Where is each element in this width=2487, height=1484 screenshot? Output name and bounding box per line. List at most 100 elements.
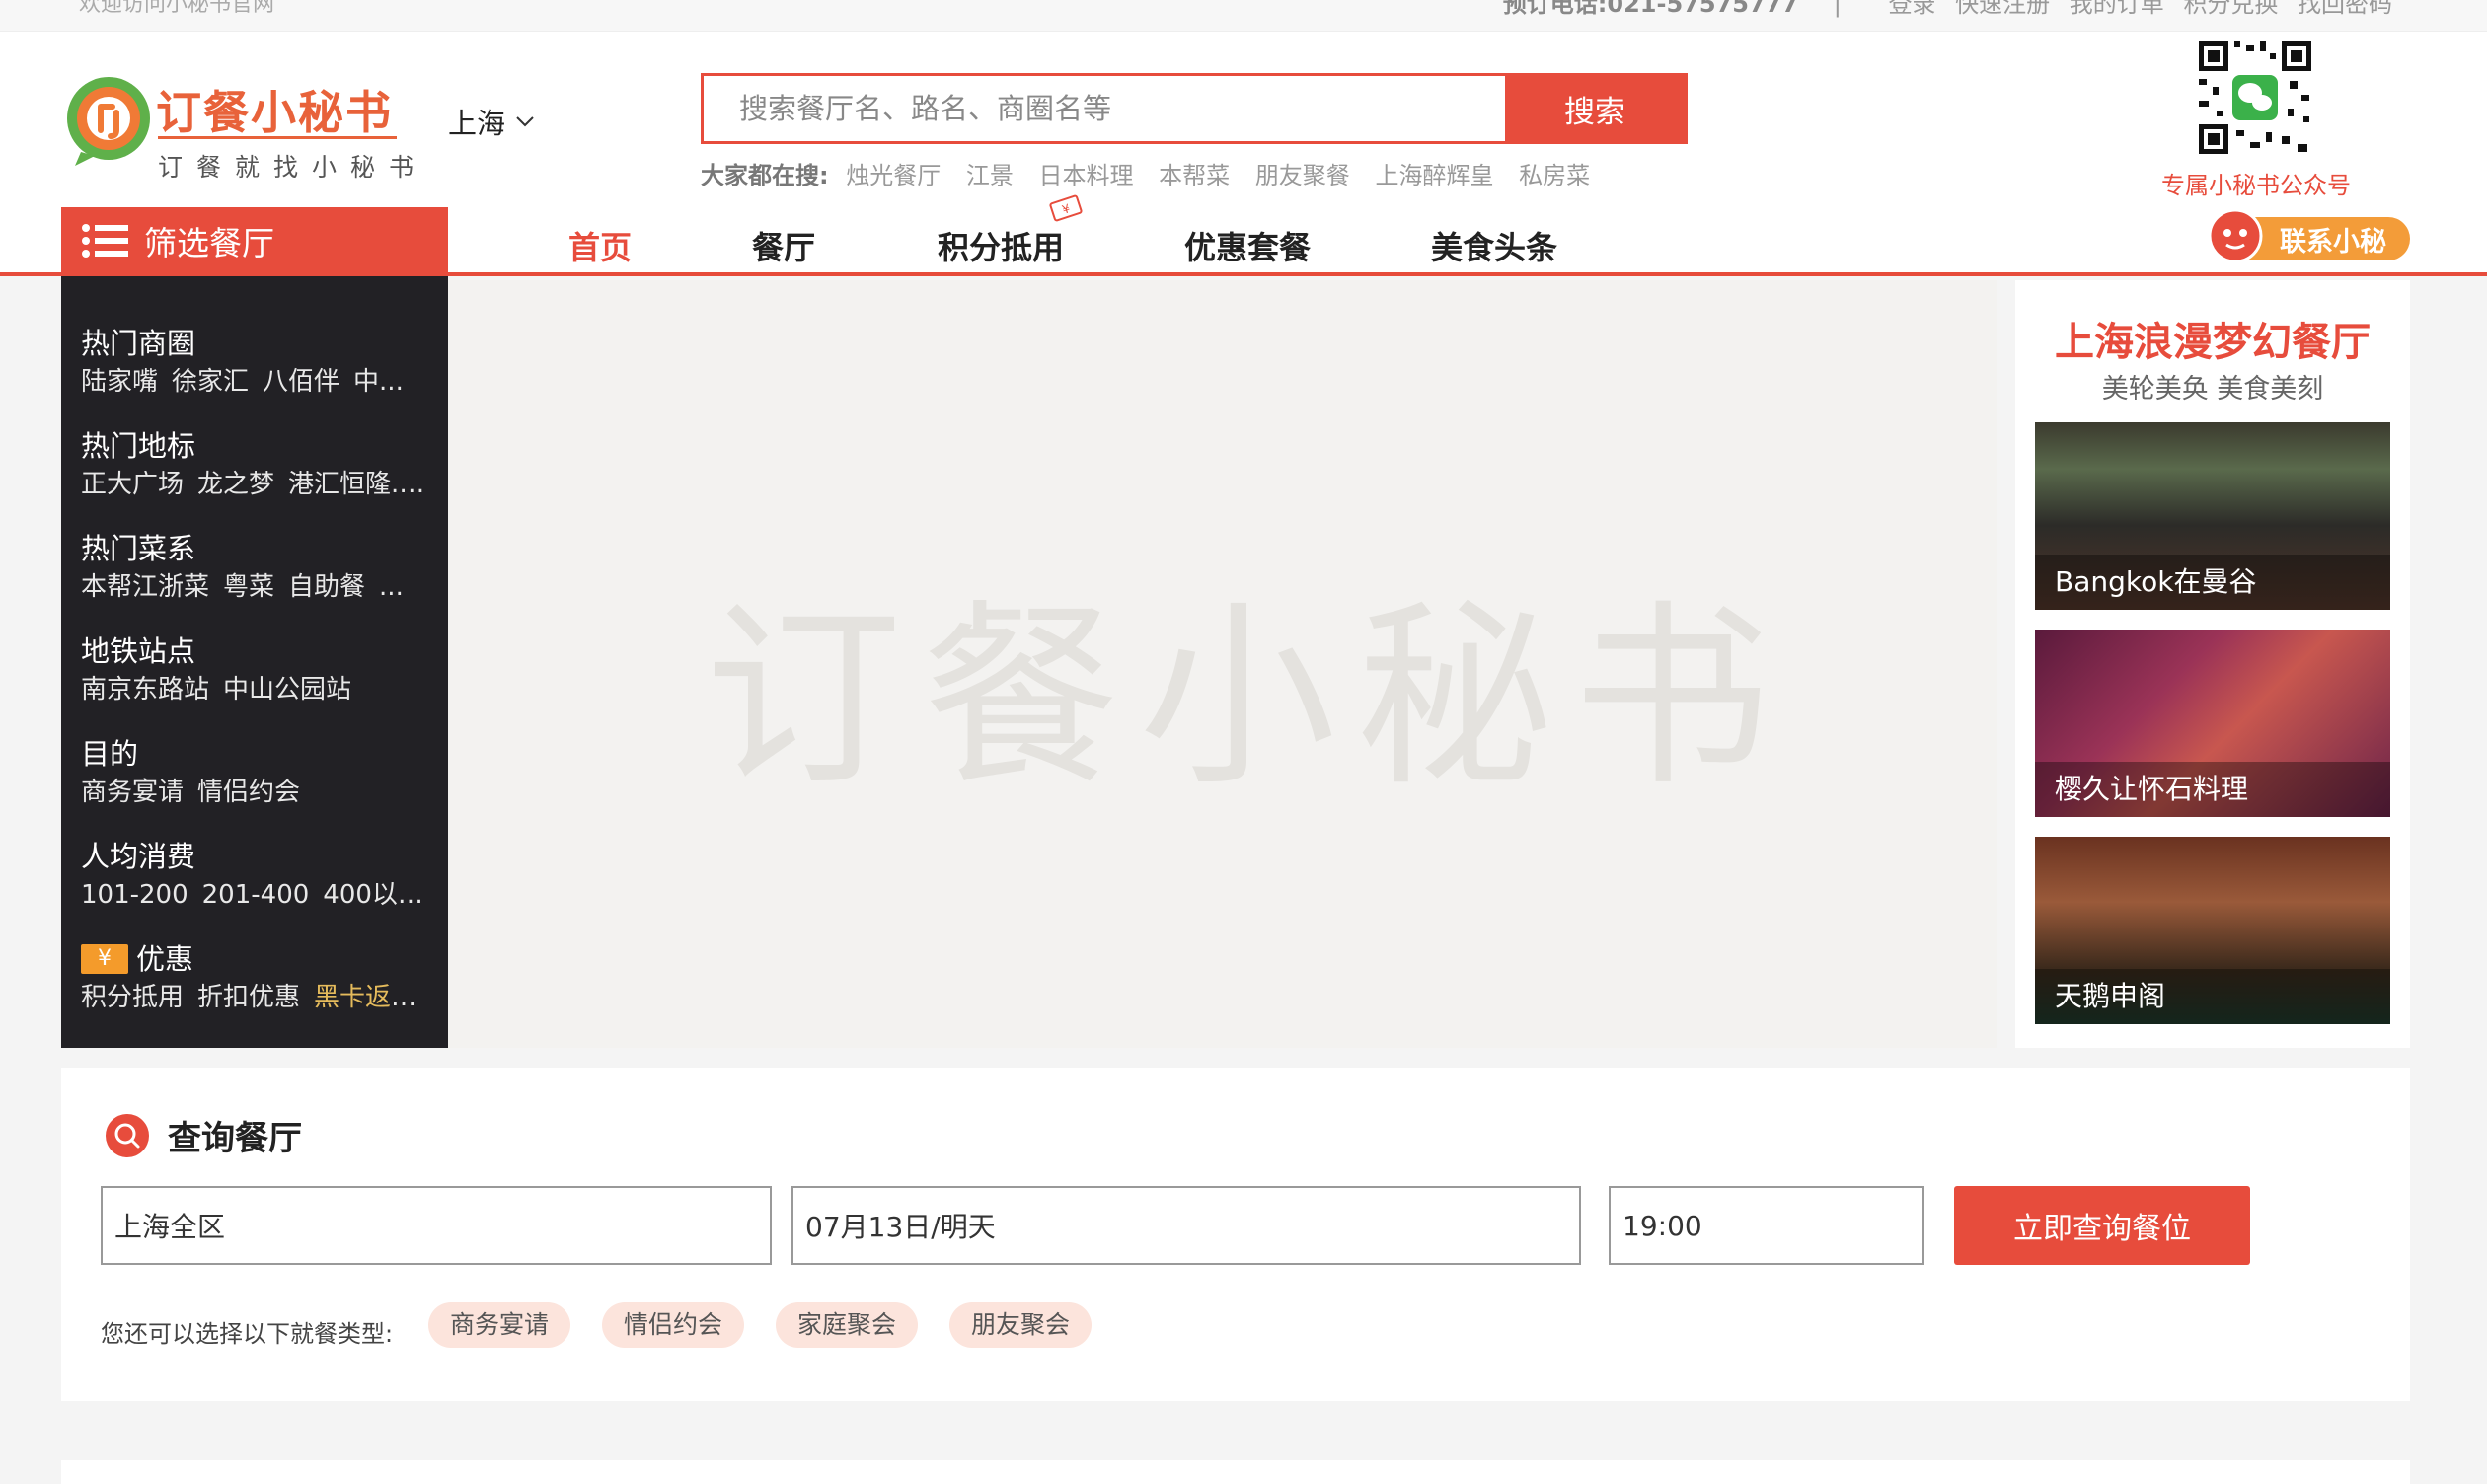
filter-group-metro: 地铁站点 南京东路站 中山公园站 [81, 631, 428, 734]
promo-card-caption: 樱久让怀石料理 [2035, 762, 2390, 817]
dining-types-label: 您还可以选择以下就餐类型: [101, 1320, 394, 1348]
hero-banner[interactable]: 订餐小秘书 [448, 280, 1997, 1048]
filter-option[interactable]: 中山公园站 [223, 675, 351, 705]
city-name: 上海 [448, 107, 506, 140]
filter-group-price: 人均消费 101-200 201-400 400以上 [81, 837, 428, 939]
search-input[interactable] [704, 76, 1505, 141]
hot-search-term[interactable]: 日本料理 [1039, 162, 1134, 189]
filter-group-title: 目的 [81, 737, 139, 771]
filter-option[interactable]: 商务宴请 [81, 778, 184, 807]
hot-search-term[interactable]: 朋友聚餐 [1255, 162, 1350, 189]
login-link[interactable]: 登录 [1888, 0, 1935, 18]
points-exchange-link[interactable]: 积分兑换 [2183, 0, 2278, 18]
restaurant-query-panel: 查询餐厅 立即查询餐位 您还可以选择以下就餐类型: 商务宴请 情侣约会 家庭聚会… [61, 1068, 2410, 1401]
my-orders-link[interactable]: 我的订单 [2070, 0, 2164, 18]
next-section-panel [61, 1460, 2410, 1484]
promo-card-caption: Bangkok在曼谷 [2035, 555, 2390, 610]
nav-points[interactable]: 积分抵用 [938, 223, 1064, 268]
dining-type-tag[interactable]: 情侣约会 [602, 1302, 745, 1348]
filter-option[interactable]: ... [379, 572, 404, 602]
filter-option[interactable]: 400以上 [323, 880, 423, 910]
date-input[interactable] [791, 1186, 1581, 1265]
chevron-down-icon [516, 116, 534, 127]
filter-option-black-card[interactable]: 黑卡返现 [314, 983, 416, 1012]
promo-title: 上海浪漫梦幻餐厅 [2055, 320, 2371, 365]
filter-option[interactable]: 陆家嘴 [81, 367, 158, 397]
area-input[interactable] [101, 1186, 772, 1265]
nav-home[interactable]: 首页 [568, 223, 632, 268]
query-title: 查询餐厅 [105, 1111, 302, 1159]
filter-group-landmark: 热门地标 正大广场 龙之梦 港汇恒隆... [81, 426, 428, 529]
promo-card[interactable]: Bangkok在曼谷 [2035, 422, 2390, 610]
filter-option[interactable]: 201-400 [202, 880, 310, 910]
nav-deals[interactable]: 优惠套餐 [1184, 223, 1311, 268]
filter-option[interactable]: 积分抵用 [81, 983, 184, 1012]
filter-option[interactable]: 八佰伴 [263, 367, 339, 397]
promo-card[interactable]: 天鹅申阁 [2035, 837, 2390, 1024]
hot-search-term[interactable]: 本帮菜 [1159, 162, 1230, 189]
search-button[interactable]: 搜索 [1505, 76, 1685, 141]
filter-group-discount: ¥ 优惠 积分抵用 折扣优惠 黑卡返现 [81, 939, 428, 1042]
hot-search-term[interactable]: 上海醉辉皇 [1375, 162, 1493, 189]
search-icon [106, 1113, 149, 1157]
top-separator: | [1833, 0, 1842, 18]
filter-option[interactable]: 粤菜 [223, 572, 274, 602]
filter-group-title: 优惠 [136, 942, 194, 976]
filter-group-title: 热门商圈 [81, 327, 196, 360]
filter-group-purpose: 目的 商务宴请 情侣约会 [81, 734, 428, 837]
hot-search: 大家都在搜: 烛光餐厅 江景 日本料理 本帮菜 朋友聚餐 上海醉辉皇 私房菜 [701, 156, 1608, 190]
filter-option[interactable]: 中... [353, 367, 404, 397]
phone-number: 预订电话:021-57575777 [1502, 0, 1799, 18]
search-box: 搜索 [701, 73, 1688, 144]
filter-option[interactable]: 情侣约会 [197, 778, 300, 807]
dining-type-tag[interactable]: 朋友聚会 [949, 1302, 1093, 1348]
promo-card[interactable]: 樱久让怀石料理 [2035, 630, 2390, 817]
query-submit-button[interactable]: 立即查询餐位 [1954, 1186, 2250, 1265]
query-title-text: 查询餐厅 [168, 1119, 302, 1158]
filter-group-title: 热门菜系 [81, 532, 196, 565]
filter-group-title: 地铁站点 [81, 634, 196, 668]
yen-icon: ¥ [81, 944, 128, 974]
promo-card-caption: 天鹅申阁 [2035, 969, 2390, 1024]
register-link[interactable]: 快速注册 [1955, 0, 2050, 18]
filter-option[interactable]: 南京东路站 [81, 675, 209, 705]
promo-subtitle: 美轮美奂 美食美刻 [2101, 374, 2324, 405]
qr-label: 专属小秘书公众号 [2161, 172, 2351, 199]
time-input[interactable] [1609, 1186, 1924, 1265]
hot-search-term[interactable]: 江景 [966, 162, 1014, 189]
banner-watermark: 订餐小秘书 [705, 583, 1791, 813]
filter-option[interactable]: 正大广场 [81, 470, 184, 499]
dining-type-tag[interactable]: 商务宴请 [428, 1302, 571, 1348]
wechat-qr-code-icon [2195, 37, 2315, 158]
filter-sidebar: 热门商圈 陆家嘴 徐家汇 八佰伴 中... 热门地标 正大广场 龙之梦 港汇恒隆... 热… [61, 276, 448, 1048]
hot-search-term[interactable]: 烛光餐厅 [846, 162, 941, 189]
filter-option[interactable]: 101-200 [81, 880, 188, 910]
hot-search-label: 大家都在搜: [701, 162, 829, 189]
welcome-text: 欢迎访问小秘书官网 [79, 0, 275, 17]
filter-option[interactable]: 徐家汇 [172, 367, 249, 397]
dining-type-tag[interactable]: 家庭聚会 [776, 1302, 919, 1348]
city-selector[interactable]: 上海 [448, 101, 535, 142]
filter-option[interactable]: 龙之梦 [197, 470, 274, 499]
filter-option[interactable]: 自助餐 [288, 572, 365, 602]
nav-restaurants[interactable]: 餐厅 [752, 223, 815, 268]
filter-option[interactable]: 本帮江浙菜 [81, 572, 209, 602]
top-links: 预订电话:021-57575777 | 登录 快速注册 我的订单 积分兑换 找回… [1503, 0, 2392, 19]
promo-panel: 上海浪漫梦幻餐厅 美轮美奂 美食美刻 Bangkok在曼谷 樱久让怀石料理 天鹅… [2015, 280, 2410, 1048]
hot-search-term[interactable]: 私房菜 [1519, 162, 1590, 189]
list-icon [82, 224, 128, 258]
logo-divider [158, 136, 397, 139]
coupon-badge-icon: ¥ [1049, 194, 1083, 222]
filter-option[interactable]: 折扣优惠 [197, 983, 300, 1012]
nav-food-news[interactable]: 美食头条 [1431, 223, 1557, 268]
top-bar: 欢迎访问小秘书官网 预订电话:021-57575777 | 登录 快速注册 我的… [0, 0, 2487, 32]
logo-mark-icon [67, 77, 150, 166]
filter-group-business-district: 热门商圈 陆家嘴 徐家汇 八佰伴 中... [81, 324, 428, 426]
filter-group-title: 人均消费 [81, 840, 196, 873]
recover-password-link[interactable]: 找回密码 [2298, 0, 2392, 18]
filter-group-title: 热门地标 [81, 429, 196, 463]
filter-header[interactable]: 筛选餐厅 [61, 207, 448, 274]
site-logo[interactable]: 订餐小秘书 订餐就找小秘书 [61, 73, 414, 211]
filter-group-cuisine: 热门菜系 本帮江浙菜 粤菜 自助餐... [81, 529, 428, 631]
filter-option[interactable]: 港汇恒隆... [288, 470, 415, 499]
